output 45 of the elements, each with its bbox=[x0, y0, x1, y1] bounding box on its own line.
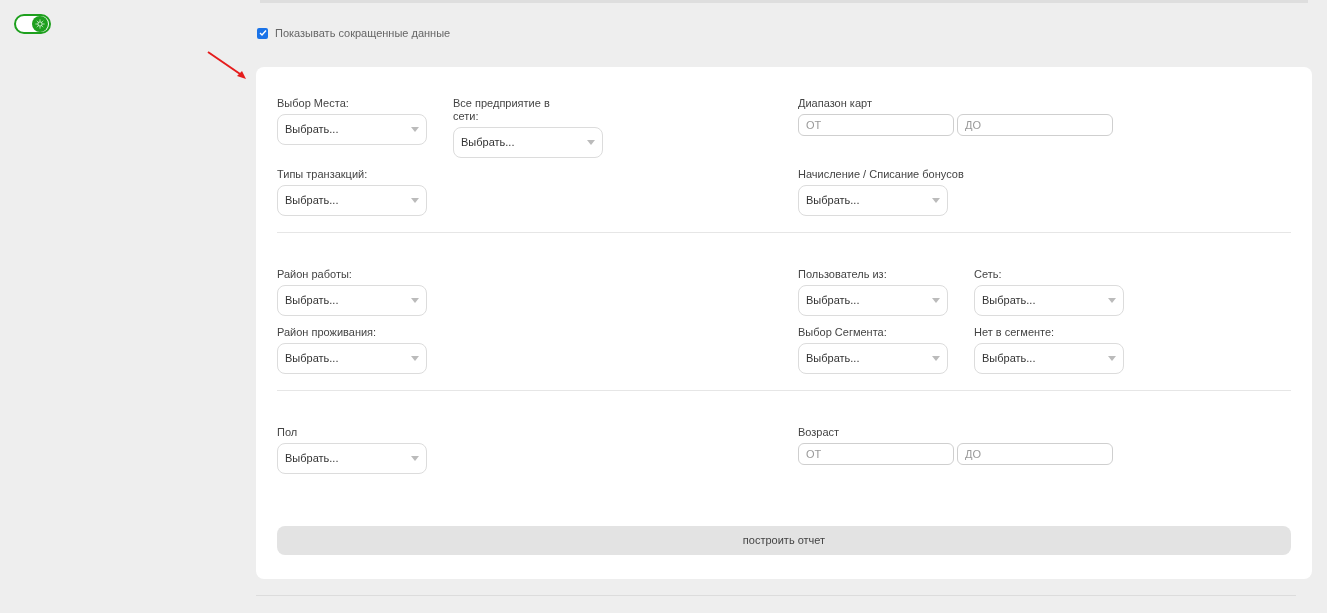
select-dropdown[interactable]: Выбрать... bbox=[277, 113, 427, 145]
field-label: Пользователь из: bbox=[798, 267, 888, 281]
select-dropdown[interactable]: Выбрать... bbox=[798, 284, 948, 316]
select-dropdown[interactable]: Выбрать... bbox=[798, 342, 948, 374]
field-label: Возраст bbox=[798, 425, 841, 439]
field-label: Начисление / Списание бонусов bbox=[798, 167, 965, 181]
range-input-field[interactable]: ДО bbox=[957, 442, 1113, 465]
caret-icon bbox=[932, 297, 940, 303]
select-dropdown[interactable]: Выбрать... bbox=[974, 284, 1124, 316]
select-dropdown[interactable]: Выбрать... bbox=[277, 284, 427, 316]
theme-toggle[interactable] bbox=[14, 14, 51, 34]
caret-icon bbox=[411, 297, 419, 303]
field-label: Выбор Сегмента: bbox=[798, 325, 888, 339]
field-label: Район проживания: bbox=[277, 325, 378, 339]
field-label: Все предприятие в сети: bbox=[453, 96, 551, 123]
field-label: Сеть: bbox=[974, 267, 1003, 281]
field-label: Типы транзакций: bbox=[277, 167, 369, 181]
caret-icon bbox=[411, 355, 419, 361]
range-input-field[interactable]: ОТ bbox=[798, 442, 954, 465]
caret-icon bbox=[411, 126, 419, 132]
select-dropdown[interactable]: Выбрать... bbox=[453, 126, 603, 158]
select-dropdown[interactable]: Выбрать... bbox=[798, 184, 948, 216]
field-label: Район работы: bbox=[277, 267, 353, 281]
arrow-drawing bbox=[207, 51, 247, 80]
build-report-button[interactable]: построить отчет bbox=[277, 525, 1291, 555]
caret-icon bbox=[411, 197, 419, 203]
select-dropdown[interactable]: Выбрать... bbox=[277, 184, 427, 216]
select-dropdown[interactable]: Выбрать... bbox=[974, 342, 1124, 374]
select-dropdown[interactable]: Выбрать... bbox=[277, 342, 427, 374]
caret-icon bbox=[932, 355, 940, 361]
caret-icon bbox=[411, 455, 419, 461]
sun-icon bbox=[35, 19, 45, 29]
checkbox[interactable] bbox=[257, 27, 268, 39]
range-input-field[interactable]: ДО bbox=[957, 113, 1113, 136]
caret-icon bbox=[587, 139, 595, 145]
select-dropdown[interactable]: Выбрать... bbox=[277, 442, 427, 474]
caret-icon bbox=[1108, 355, 1116, 361]
field-label: Нет в сегменте: bbox=[974, 325, 1056, 339]
caret-icon bbox=[1108, 297, 1116, 303]
caret-icon bbox=[932, 197, 940, 203]
field-label: Выбор Места: bbox=[277, 96, 350, 110]
field-label: Диапазон карт bbox=[798, 96, 873, 110]
field-label: Пол bbox=[277, 425, 299, 439]
checkbox-label: Показывать сокращенные данные bbox=[275, 26, 451, 41]
range-input-field[interactable]: ОТ bbox=[798, 113, 954, 136]
